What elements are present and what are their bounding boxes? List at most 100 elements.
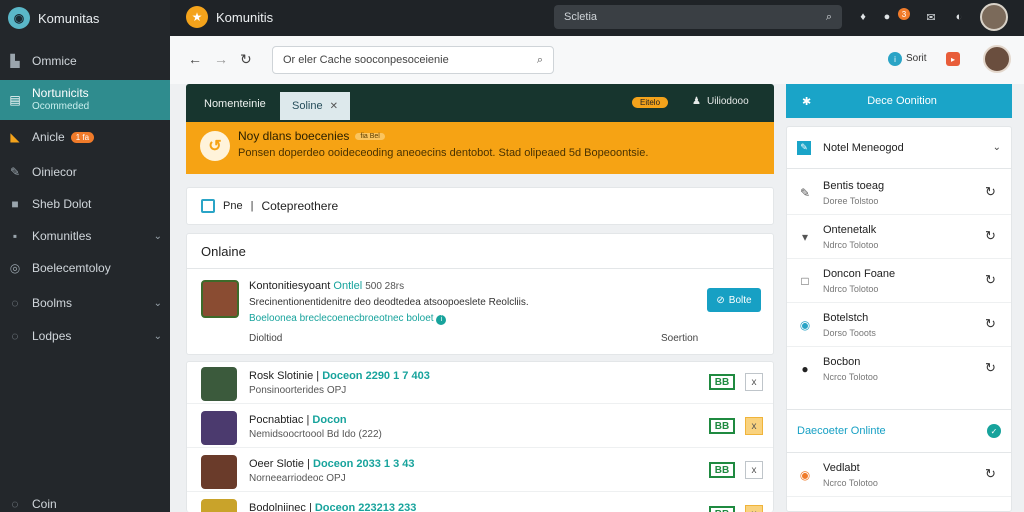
content-header: Nomenteinie Soline ✕ Eitelo ♟ Uiliodooo xyxy=(186,84,774,122)
bell-icon[interactable]: ♦ xyxy=(854,8,872,26)
extension-icon[interactable]: ▸ xyxy=(946,52,960,66)
sidebar-item-communities-list[interactable]: ▪ Komunitles ⌄ xyxy=(0,220,170,252)
status-pill[interactable]: Eitelo xyxy=(632,97,669,108)
sidebar-item-label: Sheb Dolot xyxy=(32,197,92,211)
member-count: 500 28rs xyxy=(365,281,405,292)
remove-button[interactable]: x xyxy=(745,505,763,512)
banner-badge: fia Bel xyxy=(355,132,385,140)
sidebar-item-lodpes[interactable]: ◌ Lodpes ⌄ xyxy=(0,320,170,352)
refresh-icon[interactable]: ↻ xyxy=(985,184,996,200)
community-logo-icon: ◉ xyxy=(8,7,30,29)
member-item[interactable]: □ Doncon Foane Ndrco Tolotoo ↻ xyxy=(787,259,1011,303)
item-sub: Norneearriodeoc OPJ xyxy=(249,473,346,484)
info-icon[interactable]: i xyxy=(888,52,902,66)
info-icon: ◌ xyxy=(11,329,19,343)
address-bar[interactable]: Or eler Cache sooconpesoceienie ⌕ xyxy=(272,46,554,74)
meta-left: Dioltiod xyxy=(249,333,283,344)
notification-badge: 3 xyxy=(898,8,910,20)
member-item[interactable]: ✎ Bentis toeag Doree Tolstoo ↻ xyxy=(787,171,1011,215)
home-icon: ▙ xyxy=(10,54,20,68)
member-name: Vedlabt xyxy=(823,462,860,474)
breadcrumb-separator: | xyxy=(250,200,254,212)
panel-title: Notel Meneogod xyxy=(823,141,904,154)
sidebar-item-sheet[interactable]: ■ Sheb Dolot xyxy=(0,188,170,220)
right-panel: ✎ Notel Meneogod ⌄ ✎ Bentis toeag Doree … xyxy=(786,126,1012,512)
help-icon[interactable]: ◐ xyxy=(950,8,968,26)
mail-icon[interactable]: ✉ xyxy=(922,8,940,26)
checkbox[interactable] xyxy=(201,199,215,213)
remove-button[interactable]: x xyxy=(745,461,763,479)
status-badge[interactable]: BB xyxy=(709,418,735,434)
globe-icon: ◉ xyxy=(799,318,811,332)
sidebar-item-tools[interactable]: ✎ Oiniecor xyxy=(0,156,170,188)
member-sub: Ndrco Tolotoo xyxy=(823,284,879,294)
item-name: Oeer Slotie | Doceon 2033 1 3 43 xyxy=(249,458,415,470)
sidebar-item-home[interactable]: ▙ Ommice xyxy=(0,45,170,77)
sidebar-footer[interactable]: ◌ Coin xyxy=(0,496,170,512)
tab-online[interactable]: Soline ✕ xyxy=(280,92,350,120)
tool-icon: ✎ xyxy=(9,165,21,179)
refresh-icon[interactable]: ↻ xyxy=(985,228,996,244)
list-item[interactable]: Pocnabtiac | Docon Nemidsoocrtoool Bd Id… xyxy=(187,406,773,448)
square-icon: □ xyxy=(801,274,809,288)
sidebar-item-label: Nortunicits xyxy=(32,86,89,100)
community-name-text: Kontonitiesyoant xyxy=(249,280,331,292)
item-name-text: Rosk Slotinie xyxy=(249,370,314,382)
list-item[interactable]: Bodolniinec | Doceon 223213 233 BB x xyxy=(187,494,773,512)
forward-icon[interactable]: → xyxy=(214,51,228,67)
community-thumbnail[interactable] xyxy=(201,280,239,318)
sidebar-item-label: Ommice xyxy=(32,54,77,68)
sidebar-item-label: Oiniecor xyxy=(32,165,77,179)
circle-icon: ◌ xyxy=(11,497,19,511)
section-label: Daecoeter Onlinte xyxy=(797,425,886,437)
member-sub: Doree Tolstoo xyxy=(823,196,879,206)
refresh-icon[interactable]: ↻ xyxy=(985,316,996,332)
globe-icon[interactable]: ● xyxy=(878,8,896,26)
close-icon[interactable]: ✕ xyxy=(330,101,338,112)
refresh-icon[interactable]: ↻ xyxy=(985,466,996,482)
member-item[interactable]: ● Bocbon Ncrco Tolotoo ↻ xyxy=(787,347,1011,391)
search-icon[interactable]: ⌕ xyxy=(537,54,543,67)
status-badge[interactable]: BB xyxy=(709,462,735,478)
avatar[interactable] xyxy=(983,45,1011,73)
banner-text: Ponsen doperdeo ooideceoding aneoecins d… xyxy=(238,147,649,159)
create-button-label: Dece Oonition xyxy=(867,95,937,107)
user-menu[interactable]: ♟ Uiliodooo xyxy=(692,96,749,107)
join-button[interactable]: ⊘ Bolte xyxy=(707,288,761,312)
status-badge[interactable]: BB xyxy=(709,506,735,512)
member-item[interactable]: ◉ Vedlabt Ncrco Tolotoo ↻ xyxy=(787,453,1011,497)
alert-icon: ↺ xyxy=(200,131,230,161)
sidebar-item-articles[interactable]: ◣ Anicle 1 fa xyxy=(0,121,170,153)
list-item[interactable]: Oeer Slotie | Doceon 2033 1 3 43 Norneea… xyxy=(187,450,773,492)
folder-icon: ◣ xyxy=(10,130,20,144)
member-name: Ontenetalk xyxy=(823,224,877,236)
community-name[interactable]: Kontonitiesyoant Ontlel 500 28rs xyxy=(249,280,404,292)
sidebar-item-development[interactable]: ◎ Boelecemtoloy xyxy=(0,252,170,284)
sidebar-item-booms[interactable]: ◌ Boolms ⌄ xyxy=(0,287,170,319)
refresh-icon[interactable]: ↻ xyxy=(985,272,996,288)
member-item[interactable]: ◉ Botelstch Dorso Tooots ↻ xyxy=(787,303,1011,347)
reload-icon[interactable]: ↻ xyxy=(240,51,252,68)
back-icon[interactable]: ← xyxy=(188,51,202,67)
star-logo-icon: ★ xyxy=(186,6,208,28)
remove-button[interactable]: x xyxy=(745,373,763,391)
status-badge[interactable]: BB xyxy=(709,374,735,390)
remove-button[interactable]: x xyxy=(745,417,763,435)
featured-card: Onlaine Kontonitiesyoant Ontlel 500 28rs… xyxy=(186,233,774,355)
section-header[interactable]: Daecoeter Onlinte ✓ xyxy=(787,409,1011,453)
community-link[interactable]: Boeloonea breclecoenecbroeotnec boloet i xyxy=(249,313,447,325)
search-placeholder: Scletia xyxy=(564,11,598,23)
member-item[interactable]: ▾ Ontenetalk Ndrco Tolotoo ↻ xyxy=(787,215,1011,259)
refresh-icon[interactable]: ↻ xyxy=(985,360,996,376)
panel-header[interactable]: ✎ Notel Meneogod ⌄ xyxy=(787,127,1011,169)
brand[interactable]: ◉ Komunitas xyxy=(0,0,170,36)
list-item[interactable]: Rosk Slotinie | Doceon 2290 1 7 403 Pons… xyxy=(187,362,773,404)
sidebar-item-communities[interactable]: ▤ Nortunicits Ocommeded xyxy=(0,80,170,120)
tag-icon: ▪ xyxy=(12,229,18,243)
avatar[interactable] xyxy=(980,3,1008,31)
breadcrumb-prefix[interactable]: Pne xyxy=(223,200,243,212)
create-button[interactable]: ✱ Dece Oonition xyxy=(786,84,1012,118)
search-input[interactable]: Scletia ⌕ xyxy=(554,5,842,29)
chevron-down-icon[interactable]: ⌄ xyxy=(993,142,1001,153)
search-icon[interactable]: ⌕ xyxy=(826,11,832,24)
